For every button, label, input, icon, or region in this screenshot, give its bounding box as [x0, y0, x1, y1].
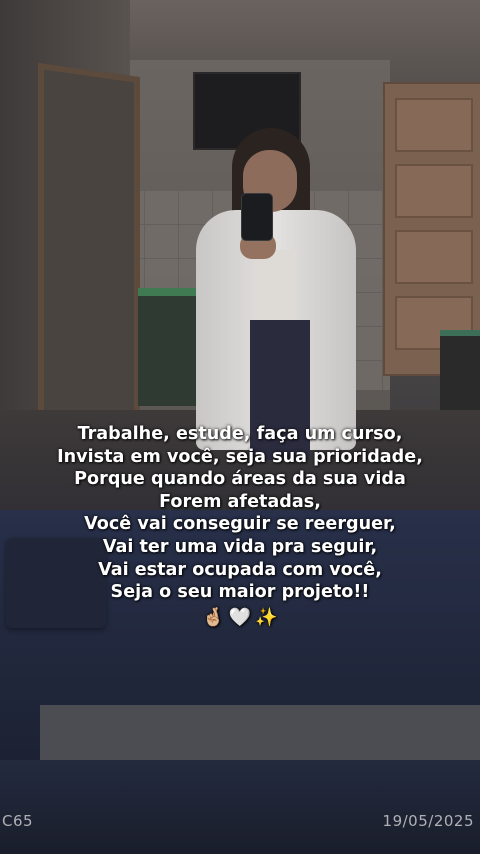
chair: [138, 288, 198, 406]
caption-line: Você vai conseguir se reerguer,: [84, 514, 396, 535]
camera-stamp-left: C65: [2, 812, 34, 830]
caption-line: Invista em você, seja sua prioridade,: [57, 446, 423, 467]
cabinet-panel: [395, 230, 473, 284]
caption-line: Vai ter uma vida pra seguir,: [102, 536, 378, 557]
bed-stripe: [40, 705, 480, 765]
crossed-fingers-icon: 🤞🏼: [202, 606, 225, 628]
sparkles-icon: ✨: [255, 606, 278, 628]
caption-overlay: Trabalhe, estude, faça um curso, Invista…: [0, 423, 480, 630]
cabinet-panel: [395, 164, 473, 218]
caption-line: Porque quando áreas da sua vida: [74, 469, 406, 490]
caption-line: Trabalhe, estude, faça um curso,: [77, 424, 403, 444]
caption-line: Vai estar ocupada com você,: [98, 559, 382, 580]
caption-line: Forem afetadas,: [159, 491, 321, 512]
door-frame: [38, 62, 140, 444]
bed-front: [0, 760, 480, 854]
emoji-row: 🤞🏼 🤍 ✨: [0, 606, 480, 630]
white-heart-icon: 🤍: [228, 606, 252, 628]
date-stamp: 19/05/2025: [382, 812, 474, 830]
cabinet-panel: [395, 98, 473, 152]
phone: [241, 193, 273, 241]
photo-scene: Trabalhe, estude, faça um curso, Invista…: [0, 0, 480, 854]
caption-line: Seja o seu maior projeto!!: [110, 582, 370, 603]
shirt: [254, 250, 296, 325]
